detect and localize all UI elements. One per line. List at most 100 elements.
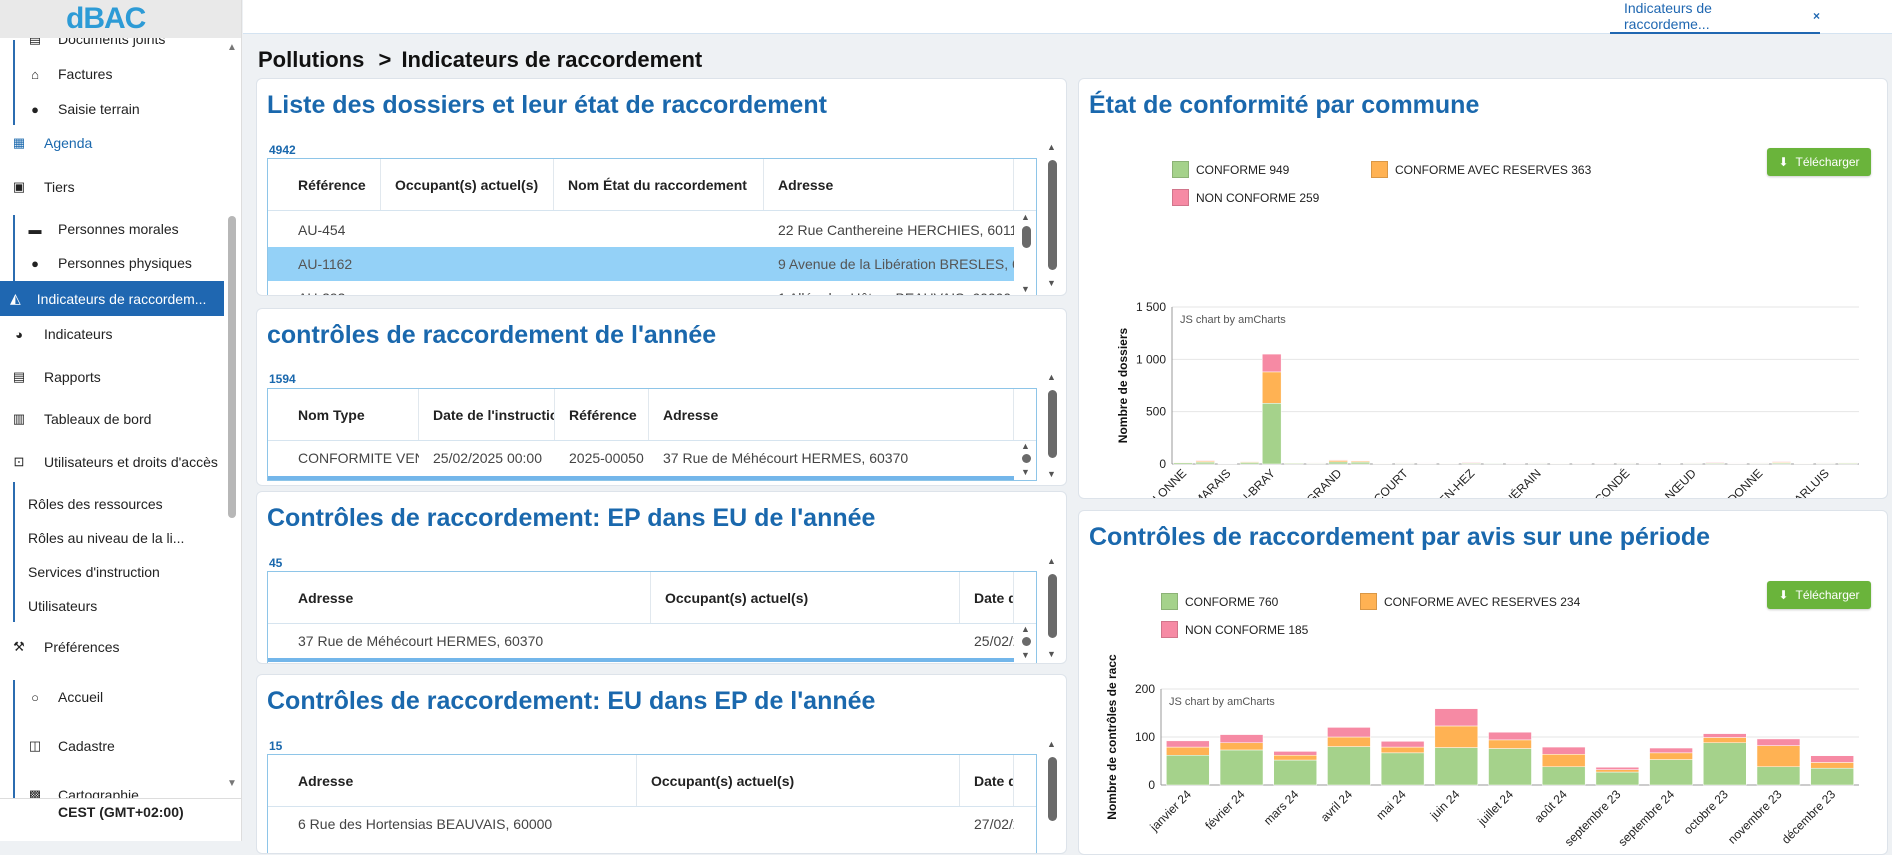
table-row-selected[interactable]: AU-1162 9 Avenue de la Libération BRESLE…	[268, 247, 1014, 281]
table-row[interactable]: CONFORMITE VENTE 25/02/2025 00:00 2025-0…	[268, 441, 1036, 475]
column-header[interactable]: Occupant(s) actuel(s)	[381, 159, 554, 210]
sidebar-item-services[interactable]: Services d'instruction	[28, 555, 160, 589]
column-header[interactable]: Occupant(s) actuel(s)	[651, 572, 960, 623]
grid-scrollbar[interactable]: ▲ ▼	[1019, 624, 1033, 664]
sidebar-item-saisie[interactable]: ●Saisie terrain	[26, 92, 140, 126]
legend-reserves[interactable]: CONFORME AVEC RESERVES 363	[1371, 161, 1591, 178]
wrench-icon: ⚒	[10, 639, 28, 655]
bar-segment	[1274, 751, 1317, 755]
bar-segment	[1757, 739, 1800, 746]
panel-scrollbar[interactable]: ▲ ▼	[1045, 556, 1059, 662]
column-header[interactable]: Date de	[960, 755, 1014, 806]
scroll-thumb[interactable]	[228, 216, 236, 518]
bar-segment	[1381, 741, 1424, 747]
bar-segment	[1262, 372, 1281, 403]
sidebar-item-preferences[interactable]: ⚒Préférences	[10, 630, 119, 664]
scroll-up-icon[interactable]: ▲	[1047, 556, 1056, 566]
bar-segment	[1489, 740, 1532, 749]
scroll-down-icon[interactable]: ▼	[1021, 650, 1030, 660]
column-header[interactable]: Nom Type	[284, 389, 419, 440]
legend-conforme[interactable]: CONFORME 760	[1161, 593, 1278, 610]
legend-conforme[interactable]: CONFORME 949	[1172, 161, 1289, 178]
table-row[interactable]: AU-293 1 Allée des Hêtres BEAUVAIS, 6000…	[268, 281, 1036, 296]
scroll-thumb[interactable]	[1048, 160, 1057, 270]
sidebar-item-indicateurs[interactable]: ◕Indicateurs	[10, 317, 112, 351]
column-header[interactable]: Adresse	[649, 389, 1014, 440]
sidebar-item-rapports[interactable]: ▤Rapports	[10, 360, 101, 394]
table-row[interactable]: AU-454 22 Rue Canthereine HERCHIES, 6011…	[268, 213, 1036, 247]
column-header[interactable]: Date de	[960, 572, 1014, 623]
scroll-down-icon[interactable]: ▼	[1021, 284, 1030, 294]
table-cell: CONFORMITE VENTE	[284, 441, 419, 475]
table-row[interactable]: 37 Rue de Méhécourt HERMES, 60370 25/02/…	[268, 624, 1036, 658]
download-button[interactable]: ⬇Télécharger	[1767, 148, 1871, 176]
horizontal-scrollbar[interactable]	[268, 658, 1014, 662]
horizontal-scrollbar[interactable]	[268, 476, 1014, 480]
sidebar-item-accueil[interactable]: ○Accueil	[26, 680, 103, 714]
record-count: 15	[269, 739, 282, 753]
sidebar-item-utilisateurs-droits[interactable]: ⊡Utilisateurs et droits d'accès	[10, 445, 218, 479]
column-header[interactable]: Adresse	[764, 159, 1014, 210]
breadcrumb-root[interactable]: Pollutions	[258, 47, 364, 72]
scroll-down-icon[interactable]: ▼	[227, 778, 237, 789]
sidebar-item-tiers[interactable]: ▣Tiers	[10, 170, 75, 204]
sidebar-item-personnes-physiques[interactable]: ●Personnes physiques	[26, 246, 192, 280]
panel-scrollbar[interactable]: ▲ ▼	[1045, 142, 1059, 292]
sidebar-item-indicateurs-raccordement[interactable]: ◭Indicateurs de raccordem...	[0, 281, 224, 316]
scroll-up-icon[interactable]: ▲	[1047, 739, 1056, 749]
bar-segment	[1703, 737, 1746, 742]
sidebar-item-roles-ressources[interactable]: Rôles des ressources	[28, 487, 163, 521]
chart-credit: JS chart by amCharts	[1180, 314, 1286, 326]
grid-scrollbar[interactable]: ▲ ▼	[1019, 441, 1033, 481]
sidebar-item-tableaux[interactable]: ▥Tableaux de bord	[10, 402, 151, 436]
legend-reserves[interactable]: CONFORME AVEC RESERVES 234	[1360, 593, 1580, 610]
column-header[interactable]: Occupant(s) actuel(s)	[637, 755, 960, 806]
column-header[interactable]: Référence	[555, 389, 649, 440]
scroll-down-icon[interactable]: ▼	[1047, 649, 1056, 659]
panel-scrollbar[interactable]: ▲	[1045, 739, 1059, 839]
scroll-thumb[interactable]	[1048, 574, 1057, 638]
table-row[interactable]: 6 Rue des Hortensias BEAUVAIS, 60000 27/…	[268, 807, 1036, 841]
scroll-up-icon[interactable]: ▲	[1047, 372, 1056, 382]
sidebar-item-roles-niveau[interactable]: Rôles au niveau de la li...	[28, 521, 184, 555]
column-header[interactable]: Adresse	[284, 755, 637, 806]
download-button[interactable]: ⬇Télécharger	[1767, 581, 1871, 609]
breadcrumb-separator: >	[378, 47, 391, 72]
bar-segment	[1596, 767, 1639, 769]
scroll-up-icon[interactable]: ▲	[1047, 142, 1056, 152]
bar-segment	[1435, 748, 1478, 785]
x-tick-label: novembre 23	[1725, 787, 1785, 847]
grid-scrollbar[interactable]: ▲ ▼	[1019, 211, 1033, 296]
scroll-up-icon[interactable]: ▲	[227, 42, 237, 53]
scroll-down-icon[interactable]: ▼	[1021, 467, 1030, 477]
column-header[interactable]: Date de l'instruction	[419, 389, 555, 440]
column-header[interactable]: Adresse	[284, 572, 651, 623]
scroll-down-icon[interactable]: ▼	[1047, 278, 1056, 288]
tab-indicateurs-raccordement[interactable]: Indicateurs de raccordeme... ×	[1610, 0, 1820, 34]
table-cell: 25/02/2025 00:00	[419, 441, 555, 475]
column-header[interactable]: Référence	[284, 159, 381, 210]
scroll-thumb[interactable]	[1022, 637, 1031, 646]
scroll-up-icon[interactable]: ▲	[1021, 212, 1030, 222]
sidebar-item-agenda[interactable]: ▦Agenda	[10, 126, 92, 160]
close-icon[interactable]: ×	[1813, 9, 1820, 23]
x-tick-label: GOINCOURT	[1349, 466, 1411, 499]
legend-non-conforme[interactable]: NON CONFORME 259	[1172, 189, 1319, 206]
panel-scrollbar[interactable]: ▲ ▼	[1045, 372, 1059, 484]
sidebar-scrollbar[interactable]: ▲ ▼	[226, 40, 238, 792]
legend-non-conforme[interactable]: NON CONFORME 185	[1161, 621, 1308, 638]
scroll-up-icon[interactable]: ▲	[1021, 624, 1030, 634]
scroll-up-icon[interactable]: ▲	[1021, 441, 1030, 451]
app-logo[interactable]: dBAC	[0, 0, 242, 38]
sidebar-item-factures[interactable]: ⌂Factures	[26, 57, 112, 91]
bar-segment	[1262, 354, 1281, 372]
sidebar-item-personnes-morales[interactable]: ▬Personnes morales	[26, 212, 179, 246]
sidebar-item-cadastre[interactable]: ◫Cadastre	[26, 729, 115, 763]
scroll-thumb[interactable]	[1022, 454, 1031, 463]
scroll-thumb[interactable]	[1048, 390, 1057, 458]
scroll-down-icon[interactable]: ▼	[1047, 469, 1056, 479]
scroll-thumb[interactable]	[1022, 226, 1031, 248]
sidebar-item-utilisateurs[interactable]: Utilisateurs	[28, 589, 97, 623]
scroll-thumb[interactable]	[1048, 757, 1057, 821]
column-header[interactable]: Nom État du raccordement	[554, 159, 764, 210]
